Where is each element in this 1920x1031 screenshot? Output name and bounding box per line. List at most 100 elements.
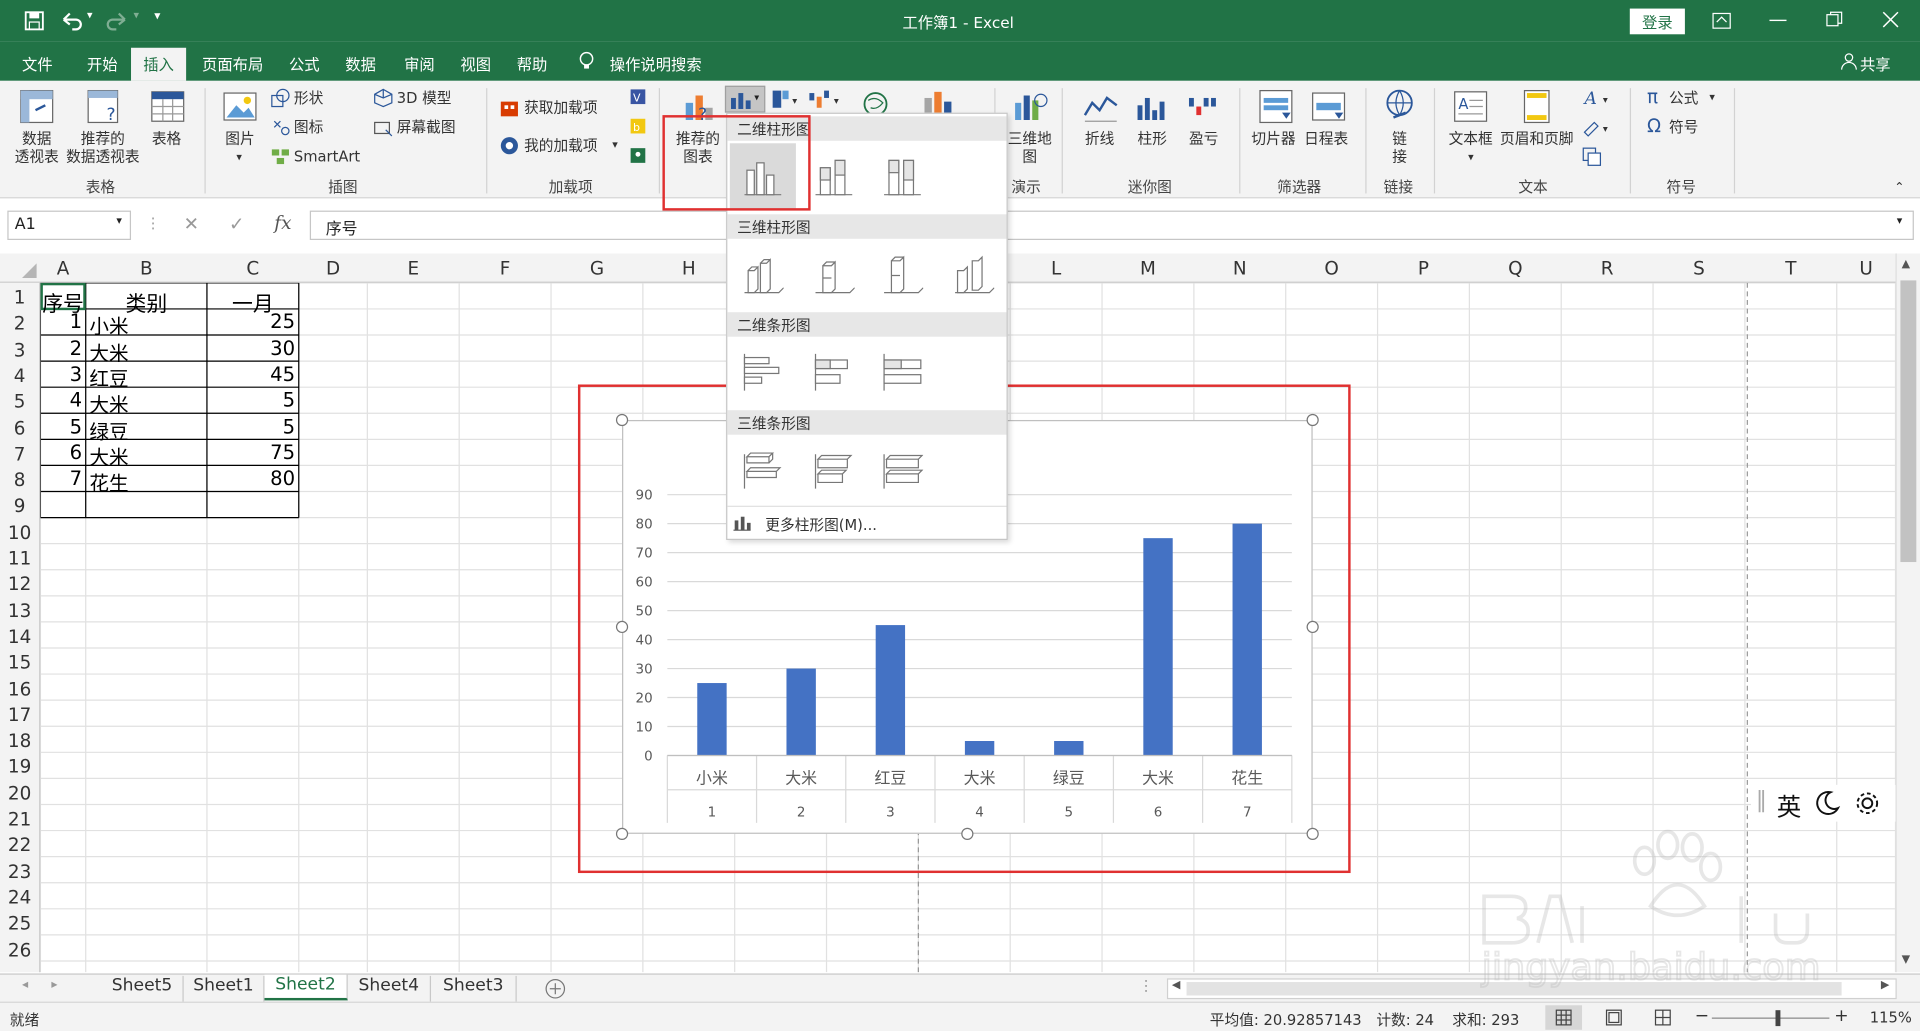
symbol-button[interactable]: 符号 (1669, 119, 1698, 137)
sheet-tab-sheet3[interactable]: Sheet3 (431, 975, 517, 1002)
chart-bar[interactable] (786, 668, 816, 756)
column-header-A[interactable]: A (40, 257, 85, 279)
3d-column-icon[interactable] (953, 253, 995, 295)
name-box-dropdown-icon[interactable]: ▾ (116, 216, 122, 228)
table-cell[interactable]: 2 (40, 336, 85, 359)
row-header-21[interactable]: 21 (0, 808, 39, 834)
moon-icon[interactable] (1813, 790, 1841, 817)
chart-bar[interactable] (1143, 538, 1173, 756)
equation-dropdown-icon[interactable]: ▾ (1709, 89, 1715, 107)
tab-view[interactable]: 视图 (460, 51, 491, 74)
column-header-B[interactable]: B (86, 257, 207, 279)
row-header-20[interactable]: 20 (0, 782, 39, 808)
row-header-13[interactable]: 13 (0, 599, 39, 625)
column-header-L[interactable]: L (1010, 257, 1102, 279)
chart-resize-handle[interactable] (615, 827, 629, 840)
3d-model-button[interactable]: 3D 模型 (397, 89, 452, 107)
customize-qat-icon[interactable]: ▾ (154, 10, 160, 23)
column-chart-button[interactable]: ▾ (724, 85, 766, 113)
chart-resize-handle[interactable] (961, 827, 974, 840)
scroll-up-icon[interactable]: ▲ (1902, 258, 1910, 270)
login-button[interactable]: 登录 (1629, 8, 1685, 35)
table-cell[interactable]: 4 (40, 388, 85, 411)
smartart-button[interactable]: SmartArt (294, 148, 360, 166)
table-cell[interactable]: 5 (207, 414, 299, 437)
zoom-in-button[interactable]: + (1834, 1007, 1848, 1027)
page-layout-view-icon[interactable] (1605, 1009, 1622, 1026)
ime-language-toggle[interactable]: 英 (1777, 787, 1801, 823)
settings-gear-icon[interactable] (1854, 790, 1881, 817)
3d-clustered-column-icon[interactable] (742, 253, 784, 295)
stacked-bar-icon[interactable] (813, 351, 855, 393)
zoom-out-button[interactable]: − (1695, 1007, 1709, 1027)
zoom-level[interactable]: 115% (1870, 1009, 1912, 1026)
slicer-button[interactable]: 切片器 (1251, 130, 1295, 148)
sparkline-line-button[interactable]: 折线 (1085, 130, 1114, 148)
row-header-4[interactable]: 4 (0, 365, 39, 391)
insert-function-icon[interactable]: fx (274, 212, 291, 234)
row-header-17[interactable]: 17 (0, 704, 39, 730)
row-header-26[interactable]: 26 (0, 939, 39, 965)
column-header-Q[interactable]: Q (1469, 257, 1561, 279)
collapse-ribbon-icon[interactable]: ⌃ (1894, 179, 1904, 197)
textbox-button[interactable]: 文本框 (1449, 130, 1493, 148)
column-header-U[interactable]: U (1837, 257, 1896, 279)
chart-resize-handle[interactable] (615, 413, 629, 427)
row-header-14[interactable]: 14 (0, 626, 39, 652)
chart-resize-handle[interactable] (1306, 413, 1319, 427)
table-cell[interactable]: 45 (207, 362, 299, 385)
more-column-charts-link[interactable]: 更多柱形图(M)... (765, 514, 877, 535)
chart-bar[interactable] (964, 741, 995, 756)
table-cell[interactable]: 1 (40, 310, 85, 333)
table-cell[interactable]: 大米 (86, 388, 207, 417)
zoom-slider-thumb[interactable] (1775, 1010, 1781, 1027)
chart-resize-handle[interactable] (1306, 827, 1319, 840)
scroll-down-icon[interactable]: ▼ (1902, 954, 1910, 966)
table-cell[interactable]: 6 (40, 441, 85, 464)
column-header-G[interactable]: G (551, 257, 643, 279)
chart-bar[interactable] (1054, 741, 1084, 756)
link-button[interactable]: 链 接 (1391, 130, 1408, 167)
select-all-icon[interactable] (22, 263, 37, 278)
undo-icon[interactable] (59, 10, 83, 32)
row-header-15[interactable]: 15 (0, 652, 39, 678)
clustered-bar-icon[interactable] (742, 351, 784, 393)
stacked-column-icon[interactable] (813, 156, 855, 198)
table-cell[interactable]: 80 (207, 467, 299, 490)
sheet-tab-sheet5[interactable]: Sheet5 (102, 975, 184, 1002)
row-header-8[interactable]: 8 (0, 469, 39, 495)
column-header-E[interactable]: E (367, 257, 459, 279)
column-header-F[interactable]: F (459, 257, 551, 279)
expand-formula-icon[interactable]: ▾ (1897, 216, 1903, 228)
waterfall-chart-icon[interactable]: ▾ (808, 89, 845, 109)
formula-input[interactable]: 序号 ▾ (309, 210, 1914, 240)
row-header-22[interactable]: 22 (0, 834, 39, 860)
row-header-6[interactable]: 6 (0, 417, 39, 443)
add-sheet-icon[interactable] (545, 978, 566, 999)
enter-icon[interactable]: ✓ (229, 213, 244, 235)
3d-stacked-column-icon[interactable] (813, 253, 855, 295)
table-button[interactable]: 表格 (152, 130, 181, 148)
name-box[interactable]: A1 ▾ (7, 210, 132, 240)
table-cell[interactable]: 绿豆 (86, 414, 207, 443)
shapes-button[interactable]: 形状 (294, 89, 323, 107)
column-header-N[interactable]: N (1194, 257, 1286, 279)
undo-dropdown-icon[interactable]: ▾ (87, 10, 93, 22)
column-header-H[interactable]: H (643, 257, 735, 279)
timeline-button[interactable]: 日程表 (1304, 130, 1348, 148)
picture-button[interactable]: 图片 (225, 130, 254, 148)
column-header-O[interactable]: O (1286, 257, 1378, 279)
column-header-R[interactable]: R (1561, 257, 1653, 279)
close-icon[interactable] (1882, 11, 1899, 28)
row-header-5[interactable]: 5 (0, 391, 39, 417)
column-header-S[interactable]: S (1653, 257, 1745, 279)
tab-file[interactable]: 文件 (22, 51, 53, 74)
table-cell[interactable]: 3 (40, 362, 85, 385)
wordart-icon[interactable]: A ▾ (1582, 88, 1614, 108)
tell-me-search[interactable]: 操作说明搜索 (610, 51, 702, 74)
minimize-icon[interactable] (1769, 19, 1787, 22)
row-header-24[interactable]: 24 (0, 886, 39, 912)
pivot-table-button[interactable]: 数据 透视表 (12, 130, 61, 167)
tab-data[interactable]: 数据 (345, 51, 376, 74)
vertical-scroll-thumb[interactable] (1900, 280, 1917, 563)
